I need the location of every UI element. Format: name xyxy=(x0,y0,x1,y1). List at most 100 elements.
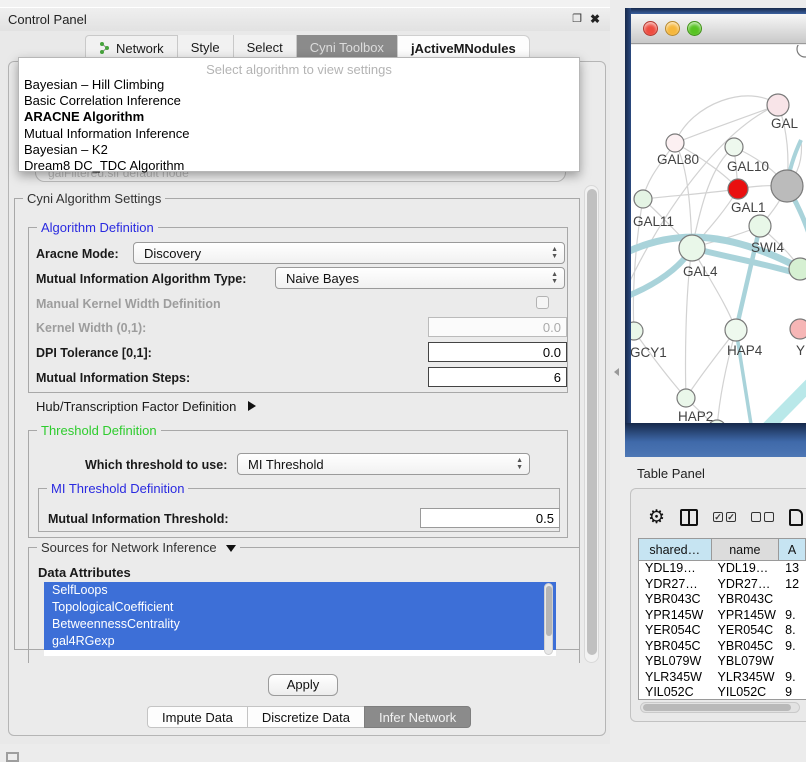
table-cell: YBR043C xyxy=(712,592,780,608)
mi-threshold-field[interactable]: 0.5 xyxy=(420,508,560,528)
table-row[interactable]: YDR27…YDR27…12 xyxy=(639,577,806,593)
list-scrollbar[interactable] xyxy=(544,583,553,655)
settings-scrollbar-thumb[interactable] xyxy=(587,189,597,655)
network-edge[interactable] xyxy=(692,248,736,330)
node-label: GAL11 xyxy=(633,214,674,229)
network-node[interactable] xyxy=(789,258,806,280)
node-label: GAL1 xyxy=(731,200,766,215)
deselect-all-icon[interactable] xyxy=(751,512,774,522)
list-scrollbar-thumb[interactable] xyxy=(546,586,552,636)
network-node-gal[interactable] xyxy=(767,94,789,116)
table-row[interactable]: YER054CYER054C8. xyxy=(639,623,806,639)
node-label: GAL xyxy=(771,116,799,131)
manual-kernel-checkbox[interactable] xyxy=(536,296,549,309)
bottom-tab-discretize-data[interactable]: Discretize Data xyxy=(247,706,364,728)
data-attributes-list[interactable]: SelfLoopsTopologicalCoefficientBetweenne… xyxy=(44,582,556,656)
splitter-collapse-icon[interactable] xyxy=(614,368,619,376)
network-canvas[interactable]: GALGAL80GAL10GAL1GAL11SWI4GAL4GCY1HAP4YH… xyxy=(631,45,806,432)
collapse-arrow-icon xyxy=(226,545,236,552)
network-edge[interactable] xyxy=(643,189,738,199)
network-node-hap4[interactable] xyxy=(725,319,747,341)
mac-zoom-button[interactable] xyxy=(687,21,702,36)
table-row[interactable]: YIL052CYIL052C9 xyxy=(639,685,806,700)
network-edge[interactable] xyxy=(634,331,686,398)
attribute-item-selected[interactable]: BetweennessCentrality xyxy=(44,616,556,633)
network-node-gcy1[interactable] xyxy=(631,322,643,340)
table-row[interactable]: YBR043CYBR043C xyxy=(639,592,806,608)
bottom-tab-impute-data[interactable]: Impute Data xyxy=(147,706,247,728)
algorithm-option[interactable]: Dream8 DC_TDC Algorithm xyxy=(19,158,579,174)
network-node-gal10[interactable] xyxy=(725,138,743,156)
table-row[interactable]: YLR345WYLR345W9. xyxy=(639,670,806,686)
float-window-icon[interactable]: ❐ xyxy=(570,12,584,26)
table-cell: 9. xyxy=(779,670,806,686)
attribute-item-selected[interactable]: gal4RGexp xyxy=(44,633,556,650)
column-header[interactable]: A xyxy=(779,539,806,560)
algorithm-option[interactable]: Mutual Information Inference xyxy=(19,126,579,142)
table-row[interactable]: YBR045CYBR045C9. xyxy=(639,639,806,655)
column-header[interactable]: shared… xyxy=(639,539,712,560)
mac-minimize-button[interactable] xyxy=(665,21,680,36)
apply-button[interactable]: Apply xyxy=(268,674,338,696)
network-node-gal80[interactable] xyxy=(666,134,684,152)
algorithm-option[interactable]: Basic Correlation Inference xyxy=(19,93,579,109)
table-cell: 9. xyxy=(779,639,806,655)
top-strip xyxy=(0,0,610,8)
table-h-scrollbar-thumb[interactable] xyxy=(643,704,791,711)
table-body: YDL19…YDL19…13YDR27…YDR27…12YBR043CYBR04… xyxy=(639,561,806,700)
bottom-tab-infer-network[interactable]: Infer Network xyxy=(364,706,471,728)
control-panel: Control Panel ❐ ✖ NetworkStyleSelectCyni… xyxy=(0,0,610,744)
new-table-icon[interactable] xyxy=(789,509,803,526)
column-chooser-icon[interactable] xyxy=(680,509,698,526)
dpi-tolerance-field[interactable]: 0.0 xyxy=(428,342,567,362)
close-icon[interactable]: ✖ xyxy=(588,12,602,26)
network-icon xyxy=(99,42,111,54)
table-row[interactable]: YPR145WYPR145W9. xyxy=(639,608,806,624)
table-cell: YPR145W xyxy=(639,608,712,624)
table-row[interactable]: YDL19…YDL19…13 xyxy=(639,561,806,577)
network-node-gal4[interactable] xyxy=(679,235,705,261)
mac-close-button[interactable] xyxy=(643,21,658,36)
aracne-mode-value: Discovery xyxy=(144,246,201,261)
table-h-scrollbar[interactable] xyxy=(640,702,800,713)
table-cell: YDR27… xyxy=(712,577,780,593)
which-threshold-combo[interactable]: MI Threshold ▲▼ xyxy=(237,453,530,475)
network-node[interactable] xyxy=(797,45,806,57)
aracne-mode-combo[interactable]: Discovery ▲▼ xyxy=(133,242,565,264)
mi-steps-field[interactable]: 6 xyxy=(428,367,567,387)
table-cell xyxy=(779,654,806,670)
gear-icon[interactable]: ⚙ xyxy=(648,506,665,529)
table-panel-title: Table Panel xyxy=(637,466,705,481)
kernel-width-field[interactable]: 0.0 xyxy=(428,317,567,337)
network-node-swi4[interactable] xyxy=(749,215,771,237)
settings-scrollbar[interactable] xyxy=(584,185,599,663)
dpi-tolerance-label: DPI Tolerance [0,1]: xyxy=(36,346,152,360)
algorithm-option[interactable]: Bayesian – K2 xyxy=(19,142,579,158)
select-all-icon[interactable]: ✓✓ xyxy=(713,512,736,522)
network-node-gal1[interactable] xyxy=(728,179,748,199)
mi-type-combo[interactable]: Naive Bayes ▲▼ xyxy=(275,267,565,289)
network-node-hap2[interactable] xyxy=(677,389,695,407)
network-node-y[interactable] xyxy=(790,319,806,339)
network-window-titlebar[interactable] xyxy=(631,14,806,44)
attribute-item-selected[interactable]: SelfLoops xyxy=(44,582,556,599)
algorithm-option[interactable]: Bayesian – Hill Climbing xyxy=(19,77,579,93)
attribute-item-selected[interactable]: TopologicalCoefficient xyxy=(44,599,556,616)
kernel-width-label: Kernel Width (0,1): xyxy=(36,321,146,335)
table-cell: 13 xyxy=(779,561,806,577)
table-cell: YBR043C xyxy=(639,592,712,608)
network-edge[interactable] xyxy=(686,330,736,398)
network-edge[interactable] xyxy=(675,105,778,143)
algorithm-dropdown[interactable]: Select algorithm to view settings Bayesi… xyxy=(18,57,580,172)
sources-group-title[interactable]: Sources for Network Inference xyxy=(37,540,240,555)
network-node-gal11[interactable] xyxy=(634,190,652,208)
network-edge[interactable] xyxy=(675,96,778,143)
column-header[interactable]: name xyxy=(712,539,780,560)
node-attribute-table[interactable]: shared…nameA YDL19…YDL19…13YDR27…YDR27…1… xyxy=(638,538,806,700)
hub-definition-expander[interactable]: Hub/Transcription Factor Definition xyxy=(36,399,256,414)
network-node[interactable] xyxy=(771,170,803,202)
minimized-panel-icon[interactable] xyxy=(6,752,19,762)
node-label: GAL80 xyxy=(657,152,699,167)
algorithm-option[interactable]: ARACNE Algorithm xyxy=(19,109,579,125)
table-row[interactable]: YBL079WYBL079W xyxy=(639,654,806,670)
